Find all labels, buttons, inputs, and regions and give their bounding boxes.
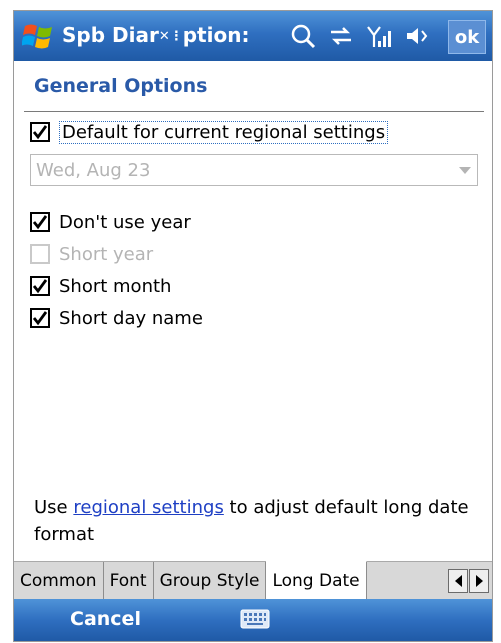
signal-icon[interactable] — [365, 22, 393, 50]
checkmark-icon — [32, 279, 48, 294]
option-short-day-name[interactable]: Short day name — [30, 305, 203, 331]
tab-common[interactable]: Common — [14, 562, 104, 600]
checkmark-icon — [32, 215, 48, 230]
regional-settings-link[interactable]: regional settings — [73, 497, 223, 518]
dont-use-year-label: Don't use year — [59, 211, 191, 233]
ok-button[interactable]: ok — [448, 20, 486, 54]
checkmark-icon — [32, 311, 48, 326]
title-tail: ption — [182, 23, 242, 47]
checkbox-default-regional[interactable] — [30, 122, 50, 142]
tab-bar: Common Font Group Style Long Date — [14, 561, 492, 600]
tab-group-style[interactable]: Group Style — [153, 562, 267, 600]
title-text: Spb Diar — [62, 23, 159, 47]
tab-scroll-right-button[interactable] — [469, 569, 489, 593]
tab-scroll-controls — [448, 562, 492, 600]
regional-settings-note: Use regional settings to adjust default … — [34, 494, 474, 548]
option-short-month[interactable]: Short month — [30, 273, 171, 299]
heading-divider — [24, 111, 484, 112]
option-default-regional[interactable]: Default for current regional settings — [30, 119, 389, 145]
tab-font[interactable]: Font — [103, 562, 154, 600]
default-regional-label: Default for current regional settings — [59, 120, 389, 144]
checkbox-dont-use-year[interactable] — [30, 212, 50, 232]
page-heading: General Options — [34, 75, 208, 97]
option-short-year: Short year — [30, 241, 153, 267]
checkbox-short-month[interactable] — [30, 276, 50, 296]
chevron-down-icon[interactable] — [459, 167, 471, 174]
status-icons — [289, 20, 431, 52]
window-title: Spb Diar✕⋮ption: — [62, 23, 250, 47]
cancel-button[interactable]: Cancel — [70, 608, 141, 630]
checkbox-short-day-name[interactable] — [30, 308, 50, 328]
short-month-label: Short month — [59, 275, 172, 297]
menu-bar: Cancel — [14, 599, 492, 641]
windows-start-icon[interactable] — [22, 20, 54, 52]
checkmark-icon — [32, 125, 48, 140]
volume-icon[interactable] — [403, 22, 431, 50]
option-dont-use-year[interactable]: Don't use year — [30, 209, 191, 235]
search-icon[interactable] — [289, 22, 317, 50]
device-screen: Spb Diar✕⋮ption: ok General Options Defa… — [13, 10, 493, 642]
tab-long-date[interactable]: Long Date — [266, 561, 367, 600]
date-format-value: Wed, Aug 23 — [36, 160, 151, 181]
connectivity-icon[interactable] — [327, 22, 355, 50]
keyboard-icon[interactable] — [240, 608, 270, 630]
date-format-combo[interactable]: Wed, Aug 23 — [30, 154, 478, 186]
short-year-label: Short year — [59, 243, 154, 265]
arrow-right-icon — [475, 575, 483, 587]
title-bar: Spb Diar✕⋮ption: ok — [14, 11, 492, 61]
short-day-name-label: Short day name — [59, 307, 203, 329]
note-prefix: Use — [34, 497, 74, 518]
arrow-left-icon — [454, 575, 462, 587]
tab-scroll-left-button[interactable] — [448, 569, 468, 593]
checkbox-short-year — [30, 244, 50, 264]
